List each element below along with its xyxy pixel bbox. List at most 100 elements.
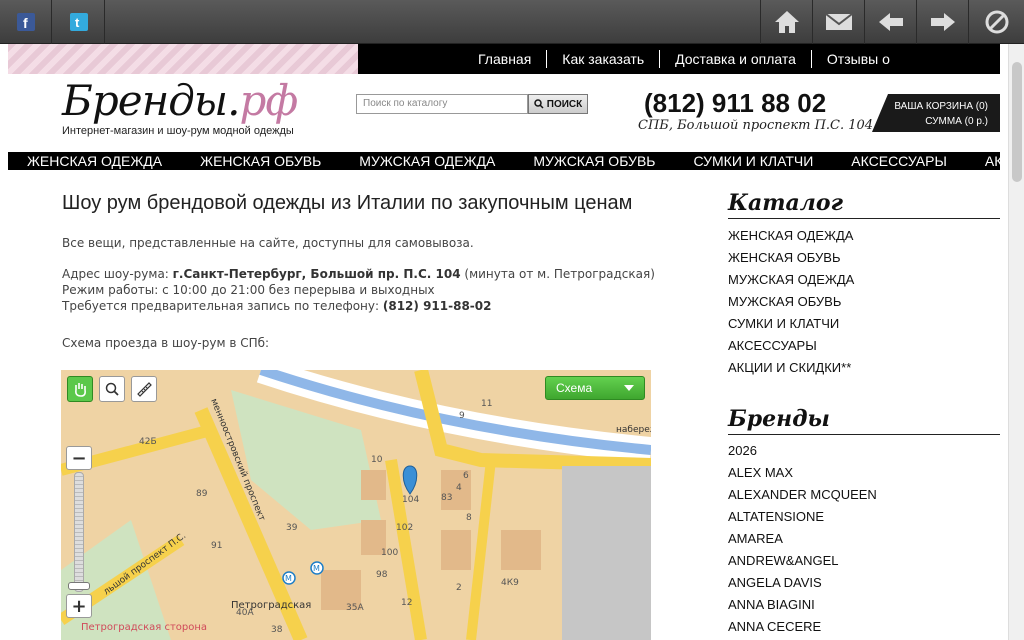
- magnifier-icon: [105, 382, 119, 396]
- catalog-item[interactable]: ЖЕНСКАЯ ОДЕЖДА: [728, 225, 854, 247]
- building-label: 4К9: [501, 578, 519, 588]
- building-label: 4: [456, 483, 462, 493]
- building-label: 10: [371, 455, 383, 465]
- page-scrollbar[interactable]: [1008, 44, 1024, 640]
- mail-button[interactable]: [812, 0, 864, 44]
- map-pan-tool[interactable]: [67, 376, 93, 402]
- category-nav-item[interactable]: АКЦИИ И С: [966, 153, 1000, 169]
- building-label: 6: [463, 471, 469, 481]
- building-label: 98: [376, 570, 388, 580]
- phone-number: (812) 911 88 02: [644, 88, 827, 118]
- svg-text:f: f: [23, 15, 28, 31]
- building-label: 38: [271, 625, 283, 635]
- category-nav-item[interactable]: ЖЕНСКАЯ ОБУВЬ: [181, 153, 340, 169]
- svg-text:M: M: [313, 564, 320, 573]
- brand-item[interactable]: ALEXANDER MCQUEEN: [728, 484, 877, 506]
- hand-icon: [75, 383, 86, 397]
- zoom-slider[interactable]: [74, 472, 84, 592]
- site-logo[interactable]: Бренды.рф: [62, 76, 298, 125]
- brand-item[interactable]: ANDREW&ANGEL: [728, 550, 877, 572]
- category-nav: ЖЕНСКАЯ ОДЕЖДА ЖЕНСКАЯ ОБУВЬ МУЖСКАЯ ОДЕЖД…: [8, 152, 1000, 170]
- catalog-item[interactable]: МУЖСКАЯ ОБУВЬ: [728, 291, 854, 313]
- brand-item[interactable]: AMAREA: [728, 528, 877, 550]
- brand-item[interactable]: ANNA BIAGINI: [728, 594, 877, 616]
- scrollbar-thumb[interactable]: [1012, 62, 1022, 182]
- home-button[interactable]: [760, 0, 812, 44]
- metro-label: Петроградская: [231, 600, 311, 611]
- zoom-slider-handle[interactable]: [68, 582, 90, 590]
- map-ruler-tool[interactable]: [131, 376, 157, 402]
- category-nav-item[interactable]: МУЖСКАЯ ОДЕЖДА: [340, 153, 514, 169]
- facebook-icon: f: [16, 13, 35, 31]
- cart-sum: СУММА (0 р.): [925, 116, 988, 127]
- svg-text:t: t: [75, 15, 80, 30]
- top-menu: Главная Как заказать Доставка и оплата Отзы…: [468, 50, 905, 68]
- brand-item[interactable]: ANNA CECERE: [728, 616, 877, 638]
- catalog-item[interactable]: АКЦИИ И СКИДКИ**: [728, 357, 854, 379]
- district-label: Петроградская сторона: [81, 622, 207, 633]
- building-label: 100: [381, 548, 398, 558]
- building-label: 39: [286, 523, 298, 533]
- stop-icon: [985, 10, 1008, 34]
- top-menu-item[interactable]: Как заказать: [546, 50, 659, 68]
- catalog-item[interactable]: ЖЕНСКАЯ ОБУВЬ: [728, 247, 854, 269]
- twitter-button[interactable]: t: [53, 0, 105, 44]
- booking-phone: (812) 911-88-02: [382, 299, 492, 313]
- svg-text:M: M: [285, 574, 292, 583]
- building-label: 42Б: [139, 437, 157, 447]
- map-type-select[interactable]: Схема: [545, 376, 645, 400]
- search-input[interactable]: Поиск по каталогу: [356, 94, 528, 114]
- zoom-out-button[interactable]: −: [66, 446, 92, 470]
- location-map[interactable]: 11 9 4 10 104 6 83 102 100 98 2 4К9 35А …: [61, 370, 651, 640]
- showroom-info: Адрес шоу-рума: г.Санкт-Петербург, Больш…: [62, 266, 655, 314]
- search-icon: [534, 99, 544, 109]
- catalog-item[interactable]: СУМКИ И КЛАТЧИ: [728, 313, 854, 335]
- chevron-down-icon: [624, 385, 634, 391]
- catalog-item[interactable]: АКСЕССУАРЫ: [728, 335, 854, 357]
- category-nav-item[interactable]: ЖЕНСКАЯ ОДЕЖДА: [8, 153, 181, 169]
- zoom-in-button[interactable]: +: [66, 594, 92, 618]
- address-note: (минута от м. Петроградская): [460, 267, 655, 281]
- top-band-decoration: [8, 44, 358, 74]
- brand-item[interactable]: ALTATENSIONE: [728, 506, 877, 528]
- cart-notch: [872, 94, 888, 132]
- brand-item[interactable]: ANGELA DAVIS: [728, 572, 877, 594]
- route-text: Схема проезда в шоу-рум в СПб:: [62, 336, 270, 350]
- web-page: Главная Как заказать Доставка и оплата Отзы…: [0, 44, 1008, 640]
- back-button[interactable]: [864, 0, 916, 44]
- category-nav-item[interactable]: МУЖСКАЯ ОБУВЬ: [514, 153, 674, 169]
- browser-toolbar: f t: [0, 0, 1024, 44]
- building-label: 83: [441, 493, 452, 503]
- category-nav-item[interactable]: АКСЕССУАРЫ: [832, 153, 966, 169]
- top-menu-item[interactable]: Главная: [468, 50, 546, 68]
- building-label: 2: [456, 583, 462, 593]
- booking-label: Требуется предварительная запись по теле…: [62, 299, 383, 313]
- arrow-left-icon: [878, 13, 903, 31]
- street-label-embankment: набереж: [616, 425, 651, 435]
- building-label: 8: [466, 513, 472, 523]
- category-nav-item[interactable]: СУМКИ И КЛАТЧИ: [674, 153, 832, 169]
- catalog-item[interactable]: МУЖСКАЯ ОДЕЖДА: [728, 269, 854, 291]
- forward-button[interactable]: [916, 0, 968, 44]
- logo-suffix: рф: [239, 76, 298, 125]
- top-menu-item[interactable]: Доставка и оплата: [659, 50, 811, 68]
- facebook-button[interactable]: f: [0, 0, 52, 44]
- brand-item[interactable]: ALEX MAX: [728, 462, 877, 484]
- map-zoom-tool[interactable]: [99, 376, 125, 402]
- header-address: СПБ, Большой проспект П.С. 104: [638, 118, 874, 133]
- brand-item[interactable]: 2026: [728, 440, 877, 462]
- stop-button[interactable]: [968, 0, 1024, 44]
- cart-widget[interactable]: ВАША КОРЗИНА (0) СУММА (0 р.): [872, 94, 1000, 132]
- search-button[interactable]: ПОИСК: [528, 94, 588, 114]
- building-label: 91: [211, 541, 222, 551]
- logo-dot: .: [227, 76, 240, 125]
- home-icon: [774, 11, 799, 33]
- brands-list: 2026 ALEX MAX ALEXANDER MCQUEEN ALTATENSION…: [728, 440, 877, 638]
- map-type-label: Схема: [556, 381, 593, 395]
- top-menu-item[interactable]: Отзывы о: [810, 50, 905, 68]
- brands-heading: Бренды: [728, 406, 1000, 435]
- arrow-right-icon: [930, 13, 955, 31]
- map-canvas: 11 9 4 10 104 6 83 102 100 98 2 4К9 35А …: [61, 370, 651, 640]
- address-label: Адрес шоу-рума:: [62, 267, 173, 281]
- building-label: 11: [481, 399, 492, 409]
